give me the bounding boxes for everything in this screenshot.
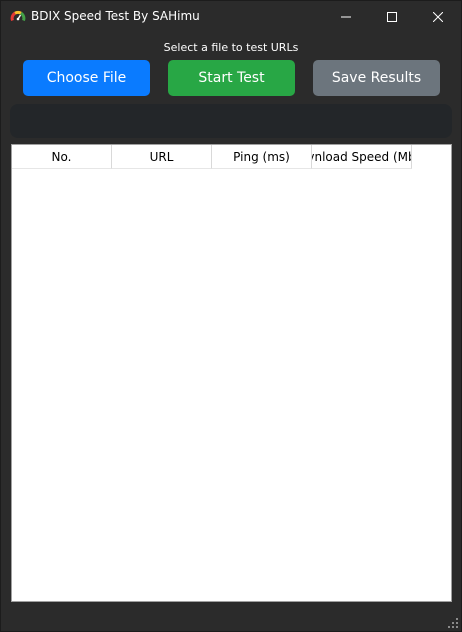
column-header[interactable]: Ping (ms) <box>212 145 312 169</box>
results-table[interactable]: No. URL Ping (ms) vnload Speed (Mb <box>11 144 452 602</box>
maximize-button[interactable] <box>369 1 415 32</box>
window-title: BDIX Speed Test By SAHimu <box>31 9 200 23</box>
save-results-button[interactable]: Save Results <box>313 60 440 96</box>
status-label: Select a file to test URLs <box>163 41 299 54</box>
minimize-icon <box>341 16 351 17</box>
resize-grip-icon[interactable] <box>448 618 458 628</box>
column-header[interactable]: URL <box>112 145 212 169</box>
column-header[interactable]: No. <box>12 145 112 169</box>
title-bar[interactable]: BDIX Speed Test By SAHimu <box>1 1 461 32</box>
choose-file-button[interactable]: Choose File <box>23 60 150 96</box>
start-test-button[interactable]: Start Test <box>168 60 295 96</box>
column-header[interactable]: vnload Speed (Mb <box>312 145 412 169</box>
maximize-icon <box>387 11 397 22</box>
progress-bar <box>10 104 452 138</box>
close-icon <box>433 11 443 22</box>
minimize-button[interactable] <box>323 1 369 32</box>
gauge-icon <box>10 9 26 25</box>
close-button[interactable] <box>415 1 461 32</box>
app-window: BDIX Speed Test By SAHimu Select a file … <box>0 0 462 632</box>
table-header: No. URL Ping (ms) vnload Speed (Mb <box>12 145 412 169</box>
